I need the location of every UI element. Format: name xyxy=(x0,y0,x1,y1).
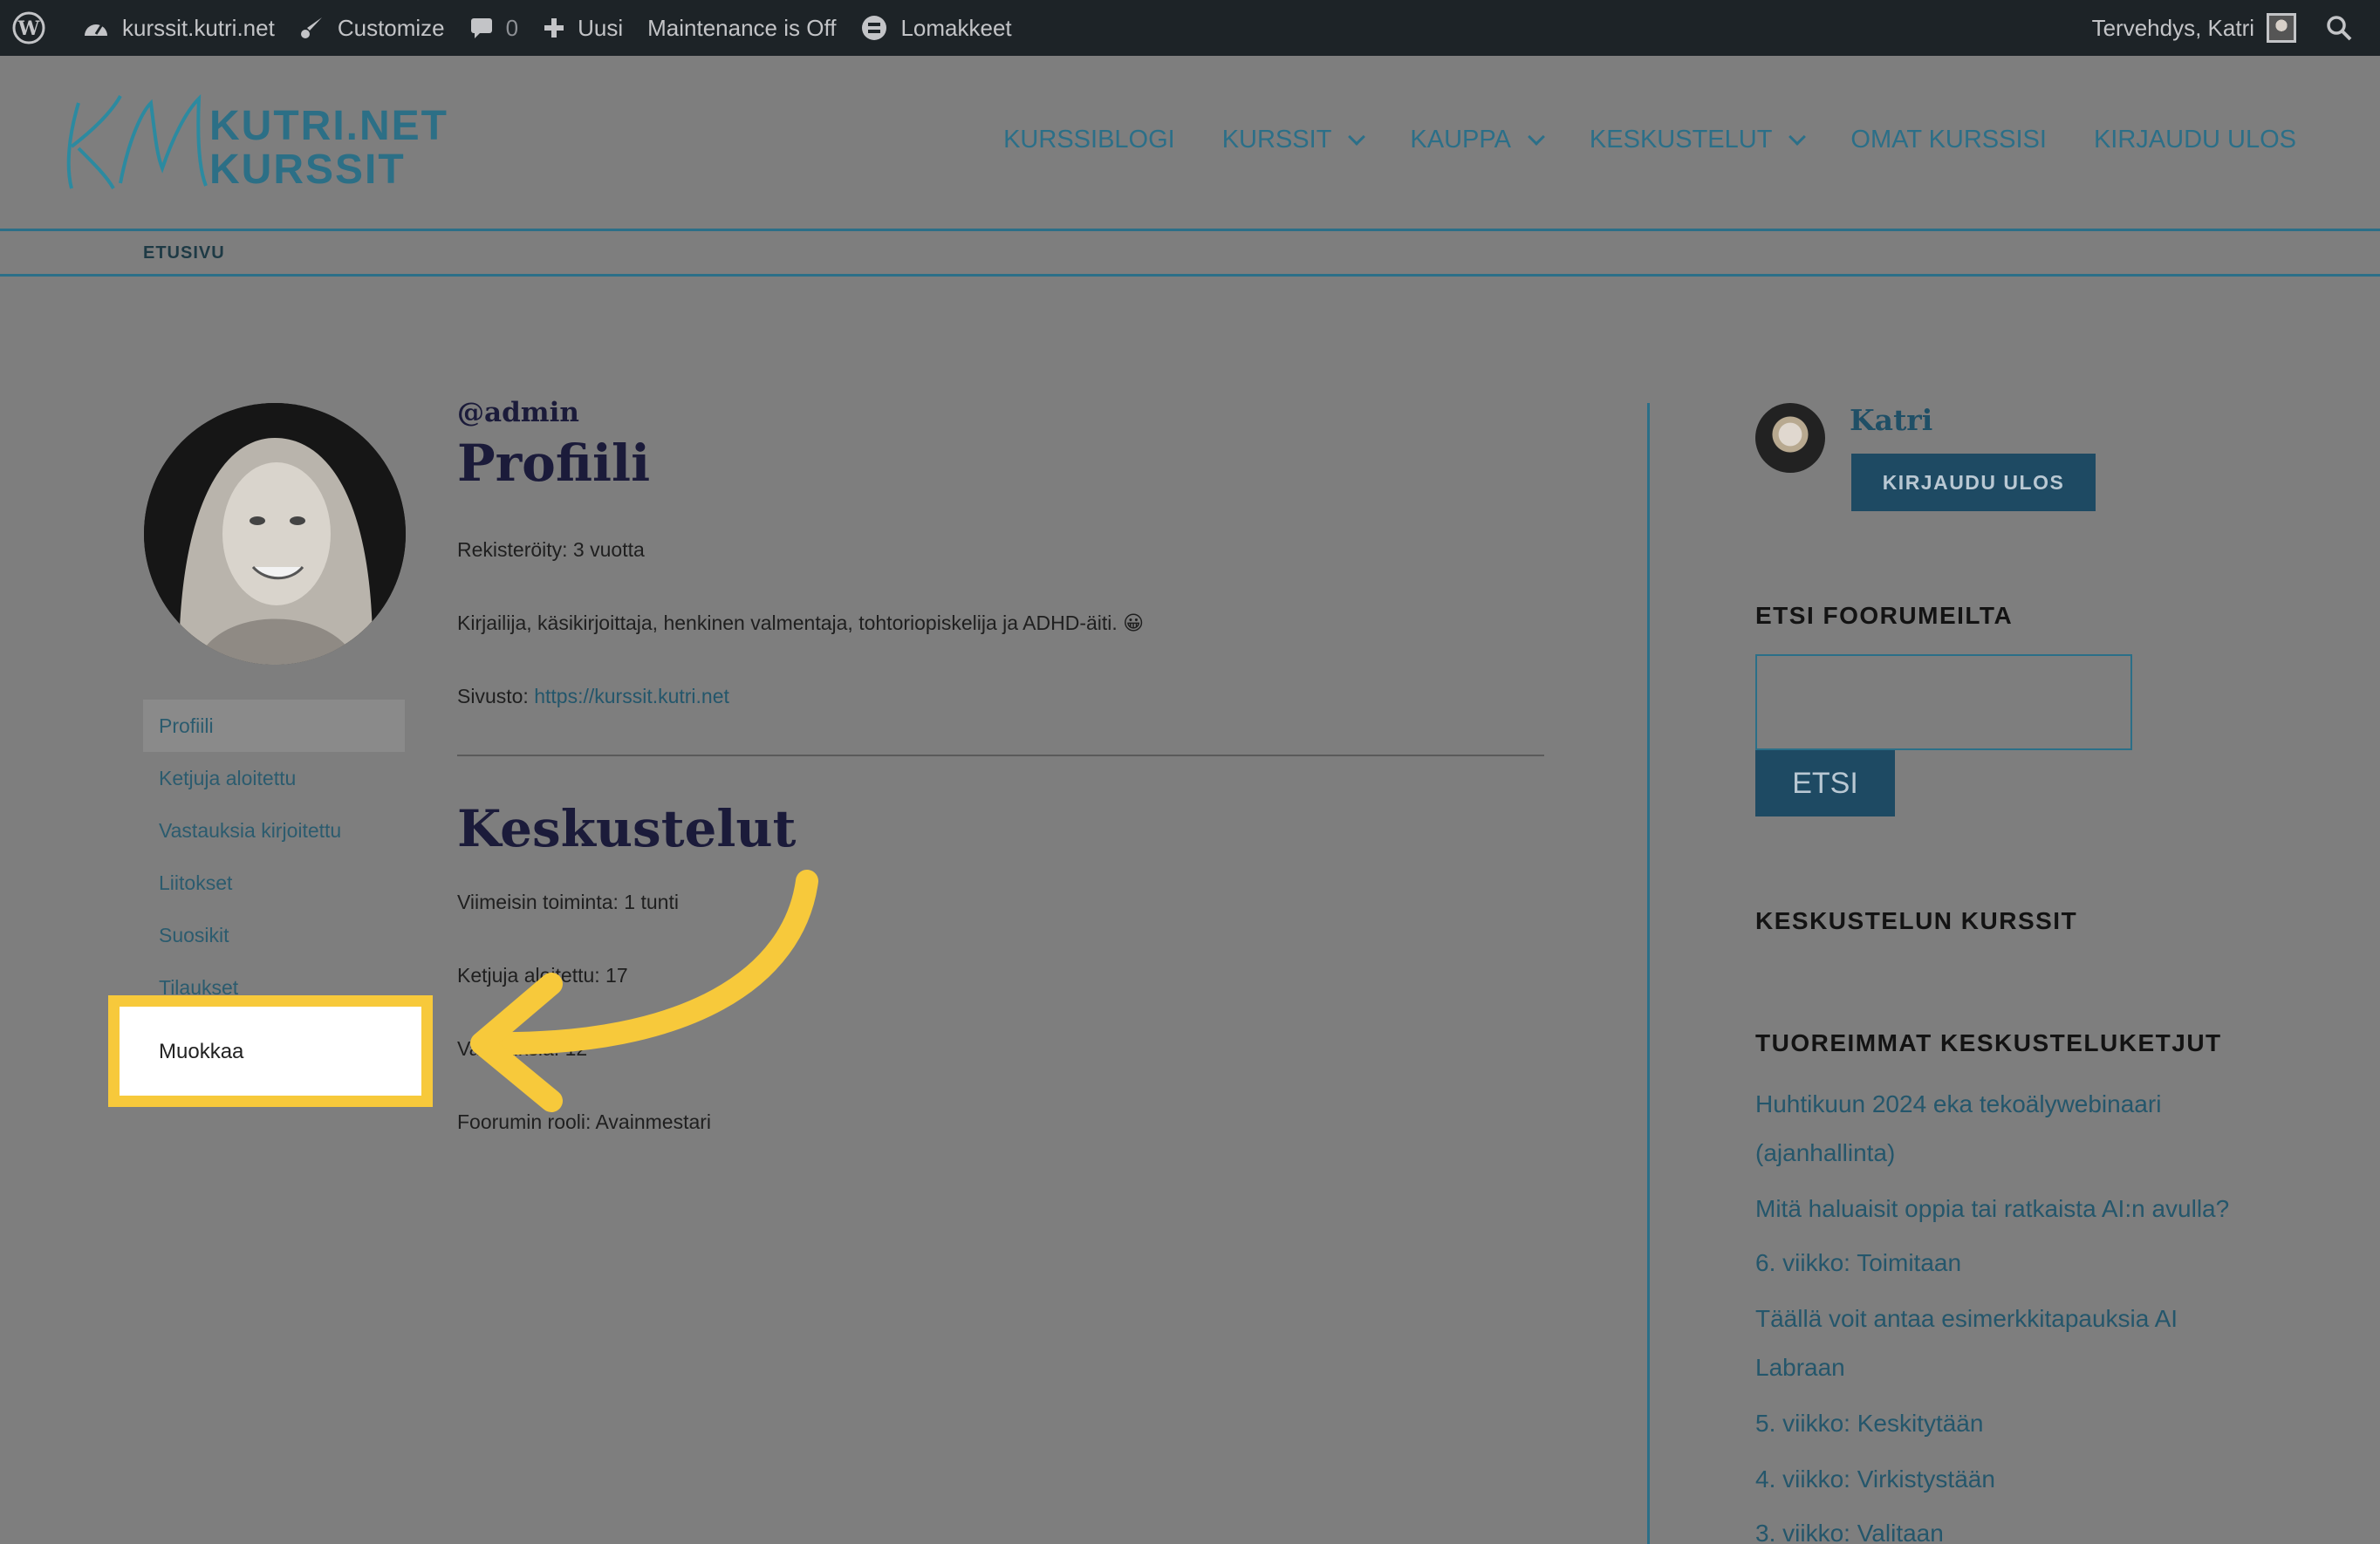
topic-link[interactable]: 6. viikko: Toimitaan xyxy=(1755,1239,2261,1288)
topic-link[interactable]: Huhtikuun 2024 eka tekoälywebinaari (aja… xyxy=(1755,1080,2261,1178)
latest-topics-heading: TUOREIMMAT KESKUSTELUKETJUT xyxy=(1755,1029,2222,1056)
column-divider xyxy=(1647,403,1650,1544)
forum-search-button[interactable]: ETSI xyxy=(1755,750,1895,816)
topic-link[interactable]: 3. viikko: Valitaan xyxy=(1755,1509,2261,1544)
topic-link[interactable]: Mitä haluaisit oppia tai ratkaista AI:n … xyxy=(1755,1185,2261,1233)
topic-link[interactable]: Täällä voit antaa esimerkkitapauksia AI … xyxy=(1755,1295,2261,1392)
forum-search-input[interactable] xyxy=(1755,654,2132,750)
logout-button[interactable]: KIRJAUDU ULOS xyxy=(1851,454,2096,511)
courses-heading: KESKUSTELUN KURSSIT xyxy=(1755,907,2078,934)
user-name-link[interactable]: Katri xyxy=(1850,403,1932,437)
topic-link[interactable]: 4. viikko: Virkistystään xyxy=(1755,1455,2261,1504)
search-heading: ETSI FOORUMEILTA xyxy=(1755,602,2014,629)
user-avatar[interactable] xyxy=(1755,403,1825,473)
topic-link[interactable]: 5. viikko: Keskitytään xyxy=(1755,1399,2261,1448)
